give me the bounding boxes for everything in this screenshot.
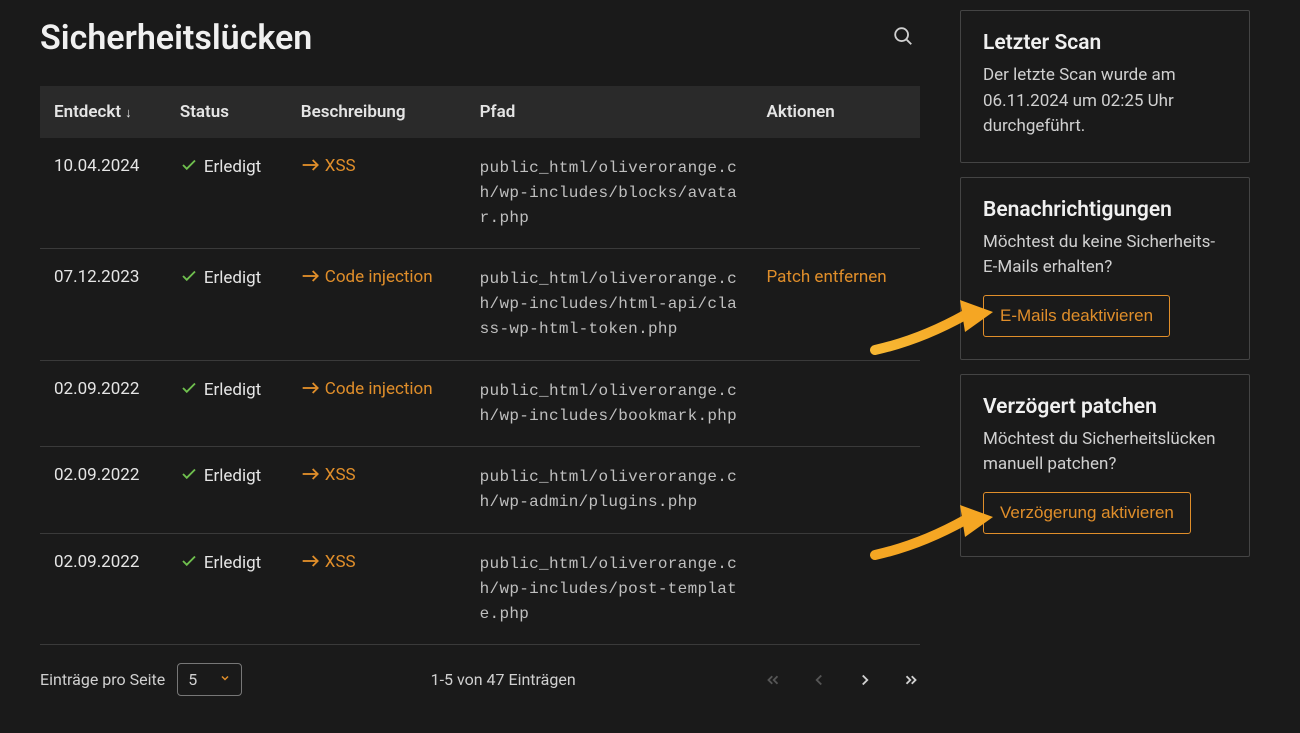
status-text: Erledigt: [204, 157, 261, 177]
cell-status: Erledigt: [168, 360, 289, 447]
cell-status: Erledigt: [168, 447, 289, 534]
status-text: Erledigt: [204, 380, 261, 400]
cell-date: 02.09.2022: [40, 360, 168, 447]
cell-path: public_html/oliverorange.ch/wp-admin/plu…: [468, 447, 755, 534]
cell-date: 10.04.2024: [40, 138, 168, 249]
arrow-right-icon: [301, 465, 321, 486]
cell-date: 02.09.2022: [40, 533, 168, 644]
pager-last[interactable]: [902, 671, 920, 689]
description-link[interactable]: Code injection: [325, 379, 433, 399]
arrow-right-icon: [301, 156, 321, 177]
last-scan-title: Letzter Scan: [983, 31, 1227, 55]
card-notifications: Benachrichtigungen Möchtest du keine Sic…: [960, 177, 1250, 360]
description-link[interactable]: Code injection: [325, 267, 433, 287]
search-icon: [892, 25, 914, 47]
status-text: Erledigt: [204, 553, 261, 573]
table-row: 02.09.2022 Erledigt XSS public_html/olivero…: [40, 447, 920, 534]
table-row: 02.09.2022 Erledigt Code injection public_h…: [40, 360, 920, 447]
notifications-title: Benachrichtigungen: [983, 198, 1227, 222]
enable-delay-button[interactable]: Verzögerung aktivieren: [983, 492, 1191, 534]
cell-path: public_html/oliverorange.ch/wp-includes/…: [468, 138, 755, 249]
status-text: Erledigt: [204, 466, 261, 486]
status-text: Erledigt: [204, 268, 261, 288]
description-link[interactable]: XSS: [325, 552, 356, 572]
check-icon: [180, 379, 198, 402]
card-delayed-patch: Verzögert patchen Möchtest du Sicherheit…: [960, 374, 1250, 557]
description-link[interactable]: XSS: [325, 465, 356, 485]
arrow-right-icon: [301, 379, 321, 400]
check-icon: [180, 156, 198, 179]
cell-action: [755, 533, 920, 644]
chevron-right-icon: [856, 671, 874, 689]
cell-path: public_html/oliverorange.ch/wp-includes/…: [468, 249, 755, 360]
cell-description: Code injection: [289, 360, 468, 447]
cell-description: Code injection: [289, 249, 468, 360]
pager-range: 1-5 von 47 Einträgen: [431, 670, 576, 689]
cell-date: 07.12.2023: [40, 249, 168, 360]
col-discovered[interactable]: Entdeckt↓: [40, 86, 168, 138]
cell-path: public_html/oliverorange.ch/wp-includes/…: [468, 360, 755, 447]
check-icon: [180, 552, 198, 575]
chevron-left-icon: [810, 671, 828, 689]
disable-emails-button[interactable]: E-Mails deaktivieren: [983, 295, 1170, 337]
description-link[interactable]: XSS: [325, 156, 356, 176]
per-page-select[interactable]: 5: [177, 663, 242, 696]
col-actions: Aktionen: [755, 86, 920, 138]
check-icon: [180, 465, 198, 488]
cell-description: XSS: [289, 533, 468, 644]
notifications-text: Möchtest du keine Sicherheits-E-Mails er…: [983, 230, 1227, 281]
table-row: 02.09.2022 Erledigt XSS public_html/olivero…: [40, 533, 920, 644]
search-button[interactable]: [886, 19, 920, 57]
cell-date: 02.09.2022: [40, 447, 168, 534]
chevrons-right-icon: [902, 671, 920, 689]
cell-action: [755, 447, 920, 534]
table-row: 07.12.2023 Erledigt Code injection public_h…: [40, 249, 920, 360]
last-scan-text: Der letzte Scan wurde am 06.11.2024 um 0…: [983, 63, 1227, 140]
delayed-text: Möchtest du Sicherheitslücken manuell pa…: [983, 427, 1227, 478]
pager-next[interactable]: [856, 671, 874, 689]
chevron-down-icon: [219, 672, 231, 687]
cell-status: Erledigt: [168, 249, 289, 360]
col-status[interactable]: Status: [168, 86, 289, 138]
cell-action: [755, 360, 920, 447]
card-last-scan: Letzter Scan Der letzte Scan wurde am 06…: [960, 10, 1250, 163]
pager-first[interactable]: [764, 671, 782, 689]
table-row: 10.04.2024 Erledigt XSS public_html/olivero…: [40, 138, 920, 249]
cell-action: [755, 138, 920, 249]
sort-down-icon: ↓: [125, 106, 132, 121]
check-icon: [180, 267, 198, 290]
cell-path: public_html/oliverorange.ch/wp-includes/…: [468, 533, 755, 644]
pager-prev[interactable]: [810, 671, 828, 689]
col-description[interactable]: Beschreibung: [289, 86, 468, 138]
per-page-value: 5: [188, 670, 197, 689]
cell-action: Patch entfernen: [755, 249, 920, 360]
delayed-title: Verzögert patchen: [983, 395, 1227, 419]
cell-description: XSS: [289, 447, 468, 534]
arrow-right-icon: [301, 552, 321, 573]
col-path[interactable]: Pfad: [468, 86, 755, 138]
cell-status: Erledigt: [168, 138, 289, 249]
chevrons-left-icon: [764, 671, 782, 689]
cell-status: Erledigt: [168, 533, 289, 644]
page-title: Sicherheitslücken: [40, 18, 312, 58]
cell-description: XSS: [289, 138, 468, 249]
per-page-label: Einträge pro Seite: [40, 670, 165, 689]
action-link[interactable]: Patch entfernen: [767, 267, 887, 287]
arrow-right-icon: [301, 267, 321, 288]
vulnerabilities-table: Entdeckt↓ Status Beschreibung Pfad Aktio…: [40, 86, 920, 645]
